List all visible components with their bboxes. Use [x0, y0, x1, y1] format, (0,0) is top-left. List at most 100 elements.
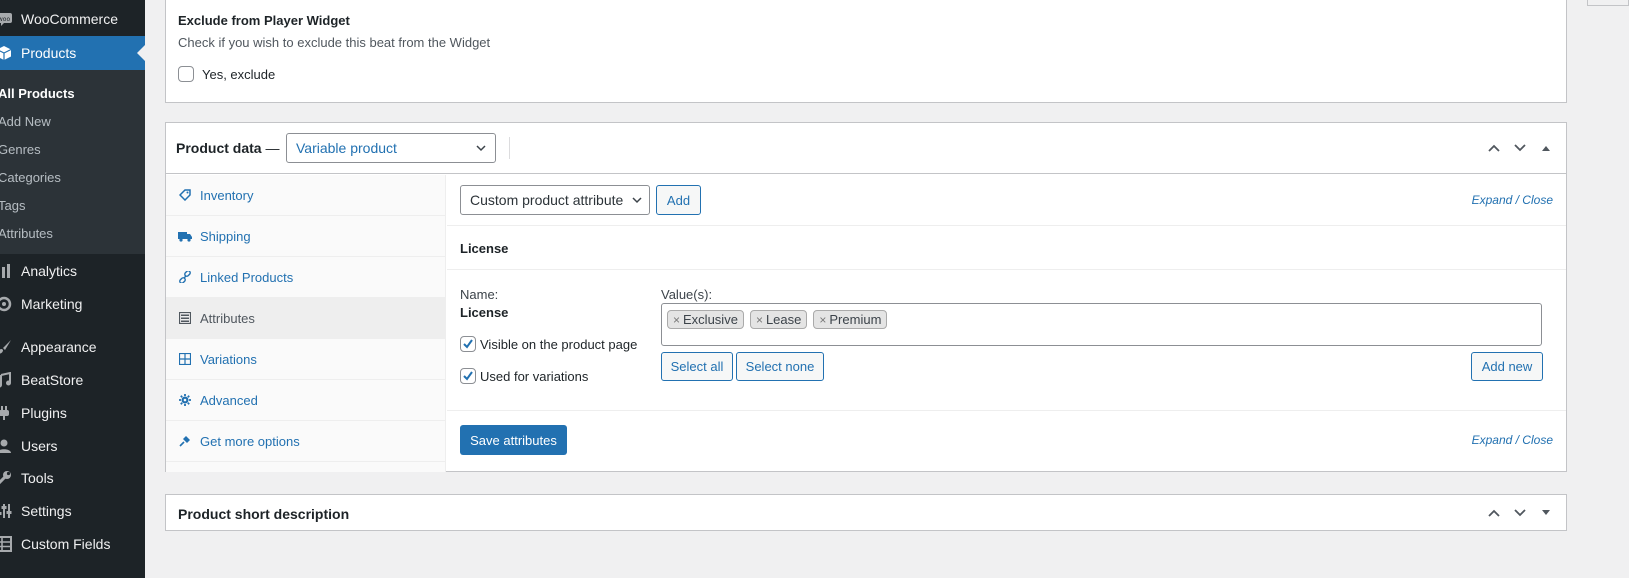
tab-variations[interactable]: Variations	[166, 339, 445, 380]
music-note-icon	[0, 370, 14, 390]
chip-label: Premium	[829, 312, 882, 327]
name-value: License	[460, 305, 509, 320]
short-description-title: Product short description	[178, 506, 350, 522]
product-type-value: Variable product	[296, 140, 397, 156]
value-chip[interactable]: × Premium	[813, 310, 888, 329]
table-icon	[178, 352, 192, 366]
tab-linked-products[interactable]: Linked Products	[166, 257, 445, 298]
header-divider	[509, 137, 510, 159]
attribute-type-select[interactable]: Custom product attribute	[460, 185, 650, 215]
admin-sidebar: woo WooCommerce Products All Products Ad…	[0, 0, 145, 578]
remove-icon[interactable]: ×	[819, 313, 826, 327]
move-down-icon[interactable]	[1510, 503, 1530, 523]
expand-close-link-bottom[interactable]: Expand / Close	[1472, 433, 1553, 447]
add-new-value-button[interactable]: Add new	[1471, 352, 1543, 381]
attributes-footer: Save attributes Expand / Close	[447, 411, 1566, 471]
expand-close-link[interactable]: Expand / Close	[1472, 193, 1553, 207]
product-data-header: Product data — Variable product	[166, 123, 1566, 174]
variations-checkbox[interactable]	[460, 368, 476, 384]
move-up-icon[interactable]	[1484, 503, 1504, 523]
menu-item-analytics[interactable]: Analytics	[0, 254, 145, 288]
menu-item-woocommerce[interactable]: woo WooCommerce	[0, 2, 145, 36]
checkmark-icon	[463, 371, 473, 381]
select-none-button[interactable]: Select none	[736, 352, 824, 381]
visible-checkbox[interactable]	[460, 336, 476, 352]
bar-chart-icon	[0, 261, 14, 281]
menu-label: Analytics	[21, 263, 78, 279]
attribute-header[interactable]: License	[447, 226, 1566, 270]
tab-label: Shipping	[200, 228, 251, 244]
expand-triangle-icon[interactable]	[1536, 503, 1556, 523]
menu-item-users[interactable]: Users	[0, 429, 145, 463]
submenu-all-products[interactable]: All Products	[0, 80, 145, 108]
product-data-tabs: Inventory Shipping Linked Products Attri…	[166, 175, 446, 472]
menu-label: Appearance	[21, 339, 97, 355]
remove-icon[interactable]: ×	[756, 313, 763, 327]
box-title: Exclude from Player Widget	[178, 13, 350, 28]
svg-text:woo: woo	[0, 16, 10, 23]
tab-label: Inventory	[200, 187, 254, 203]
short-description-box: Product short description	[165, 494, 1567, 531]
tag-icon	[178, 188, 192, 202]
tab-attributes[interactable]: Attributes	[166, 298, 445, 339]
submenu-tags[interactable]: Tags	[0, 192, 145, 220]
add-attribute-button[interactable]: Add	[656, 185, 701, 215]
tab-label: Advanced	[200, 392, 258, 408]
link-icon	[178, 270, 192, 284]
value-chip[interactable]: × Exclusive	[667, 310, 744, 329]
plug-icon	[0, 403, 14, 423]
attributes-toolbar: Custom product attribute Add Expand / Cl…	[447, 175, 1566, 226]
value-chip[interactable]: × Lease	[749, 310, 808, 329]
remove-icon[interactable]: ×	[673, 313, 680, 327]
values-label: Value(s):	[661, 287, 713, 302]
submenu-attributes[interactable]: Attributes	[0, 220, 145, 248]
list-icon	[178, 311, 192, 325]
select-all-button[interactable]: Select all	[661, 352, 733, 381]
checkmark-icon	[463, 339, 473, 349]
menu-item-beatstore[interactable]: BeatStore	[0, 363, 145, 397]
menu-item-custom-fields[interactable]: Custom Fields	[0, 527, 145, 561]
visible-checkbox-label[interactable]: Visible on the product page	[480, 337, 637, 352]
variations-checkbox-label[interactable]: Used for variations	[480, 369, 588, 384]
move-down-icon[interactable]	[1510, 138, 1530, 158]
tab-inventory[interactable]: Inventory	[166, 175, 445, 216]
exclude-checkbox[interactable]	[178, 66, 194, 82]
tab-shipping[interactable]: Shipping	[166, 216, 445, 257]
attributes-panel: Custom product attribute Add Expand / Cl…	[447, 175, 1566, 472]
submenu-categories[interactable]: Categories	[0, 164, 145, 192]
screen-options-tab[interactable]	[1587, 0, 1629, 6]
menu-label: BeatStore	[21, 372, 84, 388]
wrench-icon	[0, 468, 14, 488]
attribute-body: Name: License Value(s): × Exclusive × Leas…	[447, 270, 1566, 411]
collapse-triangle-icon[interactable]	[1536, 138, 1556, 158]
submenu-add-new[interactable]: Add New	[0, 108, 145, 136]
menu-label: WooCommerce	[21, 11, 118, 27]
values-multiselect[interactable]: × Exclusive × Lease × Premium	[661, 303, 1542, 346]
move-up-icon[interactable]	[1484, 138, 1504, 158]
box-controls	[1484, 138, 1556, 158]
tab-get-more-options[interactable]: Get more options	[166, 421, 445, 462]
chevron-down-icon	[476, 145, 486, 152]
chip-label: Lease	[765, 312, 802, 327]
submenu-genres[interactable]: Genres	[0, 136, 145, 164]
menu-item-appearance[interactable]: Appearance	[0, 330, 145, 364]
product-data-title-text: Product data	[176, 140, 262, 156]
name-label: Name:	[460, 287, 499, 302]
exclude-checkbox-row: Yes, exclude	[178, 66, 275, 82]
product-type-select[interactable]: Variable product	[286, 133, 496, 163]
menu-item-plugins[interactable]: Plugins	[0, 396, 145, 430]
menu-item-products[interactable]: Products	[0, 36, 145, 70]
menu-item-settings[interactable]: Settings	[0, 494, 145, 528]
menu-label: Products	[21, 45, 77, 61]
attribute-type-value: Custom product attribute	[470, 192, 624, 208]
save-attributes-button[interactable]: Save attributes	[460, 425, 567, 455]
tab-label: Variations	[200, 351, 257, 367]
product-data-title: Product data —	[176, 140, 279, 156]
tab-advanced[interactable]: Advanced	[166, 380, 445, 421]
chevron-down-icon	[632, 197, 642, 204]
exclude-widget-box: Exclude from Player Widget Check if you …	[165, 0, 1567, 103]
menu-label: Tools	[21, 470, 54, 486]
menu-item-marketing[interactable]: Marketing	[0, 287, 145, 321]
menu-item-tools[interactable]: Tools	[0, 461, 145, 495]
exclude-checkbox-label[interactable]: Yes, exclude	[202, 67, 275, 82]
